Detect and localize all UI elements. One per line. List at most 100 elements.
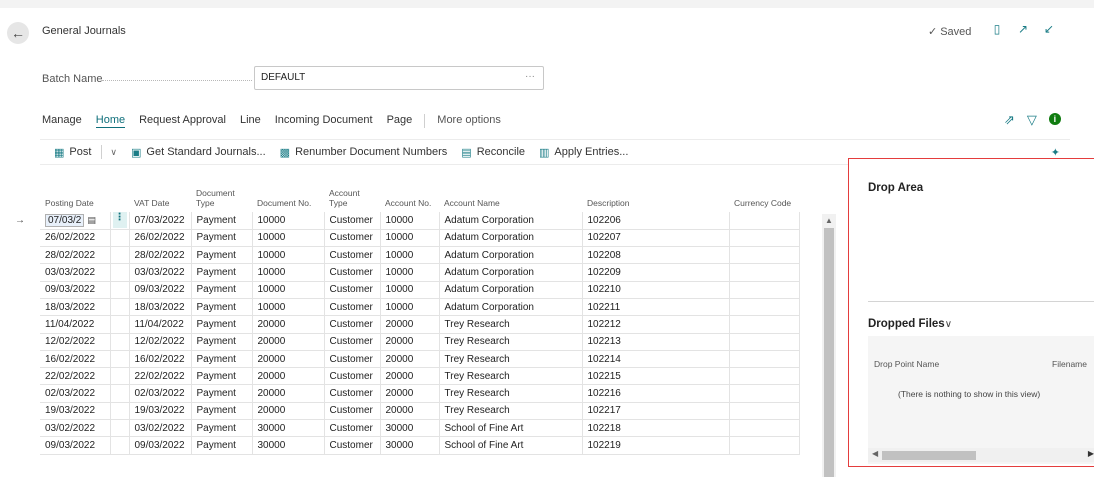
cell-document-type[interactable]: Payment bbox=[191, 350, 253, 369]
scroll-left-icon[interactable]: ◀ bbox=[872, 449, 878, 458]
cell-account-name[interactable]: Trey Research bbox=[439, 333, 583, 351]
table-row[interactable]: 03/03/2022 03/03/2022 Payment 10000 Customer… bbox=[0, 263, 800, 282]
cell-description[interactable]: 102210 bbox=[582, 281, 730, 299]
cell-account-no[interactable]: 30000 bbox=[380, 419, 440, 438]
cell-account-name[interactable]: Adatum Corporation bbox=[439, 229, 583, 248]
cell-posting-date[interactable]: 28/02/2022 bbox=[40, 246, 111, 265]
table-row[interactable]: → 07/03/2 ▤ ⋮ 07/03/2022 Payment 10000 Customer… bbox=[0, 212, 800, 230]
col-account-name[interactable]: Account Name bbox=[439, 170, 582, 212]
cell-posting-date[interactable]: 03/02/2022 bbox=[40, 419, 111, 438]
cell-account-name[interactable]: Trey Research bbox=[439, 315, 583, 334]
cell-account-no[interactable]: 20000 bbox=[380, 315, 440, 334]
cell-account-name[interactable]: Adatum Corporation bbox=[439, 263, 583, 282]
cell-description[interactable]: 102219 bbox=[582, 436, 730, 455]
cell-document-no[interactable]: 30000 bbox=[252, 419, 325, 438]
cell-account-name[interactable]: Trey Research bbox=[439, 384, 583, 403]
table-row[interactable]: 03/02/2022 03/02/2022 Payment 30000 Customer… bbox=[0, 419, 800, 438]
cell-currency-code[interactable] bbox=[729, 333, 800, 351]
cell-account-type[interactable]: Customer bbox=[324, 436, 381, 455]
row-actions-kebab-icon[interactable]: ⋮ bbox=[110, 212, 130, 230]
col-document-no[interactable]: Document No. bbox=[252, 170, 324, 212]
cell-account-name[interactable]: School of Fine Art bbox=[439, 419, 583, 438]
cell-currency-code[interactable] bbox=[729, 350, 800, 369]
col-vat-date[interactable]: VAT Date bbox=[129, 170, 191, 212]
get-standard-journals-button[interactable]: ▣ Get Standard Journals... bbox=[131, 146, 266, 159]
col-posting-date[interactable]: Posting Date bbox=[40, 170, 129, 212]
vertical-scrollbar[interactable]: ▲ bbox=[822, 214, 836, 477]
filter-icon[interactable]: ▽ bbox=[1027, 112, 1037, 128]
menu-request-approval[interactable]: Request Approval bbox=[139, 114, 226, 128]
table-row[interactable]: 22/02/2022 22/02/2022 Payment 20000 Customer… bbox=[0, 367, 800, 386]
cell-document-type[interactable]: Payment bbox=[191, 281, 253, 299]
cell-vat-date[interactable]: 28/02/2022 bbox=[129, 246, 192, 265]
cell-vat-date[interactable]: 18/03/2022 bbox=[129, 298, 192, 317]
cell-account-name[interactable]: Trey Research bbox=[439, 402, 583, 421]
reconcile-button[interactable]: ▤ Reconcile bbox=[461, 146, 525, 159]
cell-posting-date[interactable]: 19/03/2022 bbox=[40, 402, 111, 421]
cell-currency-code[interactable] bbox=[729, 263, 800, 282]
cell-vat-date[interactable]: 16/02/2022 bbox=[129, 350, 192, 369]
cell-description[interactable]: 102206 bbox=[582, 212, 730, 230]
cell-description[interactable]: 102208 bbox=[582, 246, 730, 265]
cell-vat-date[interactable]: 07/03/2022 bbox=[129, 212, 192, 230]
cell-document-no[interactable]: 20000 bbox=[252, 315, 325, 334]
table-row[interactable]: 09/03/2022 09/03/2022 Payment 30000 Customer… bbox=[0, 436, 800, 455]
collapse-icon[interactable]: ↙ bbox=[1042, 22, 1056, 36]
chevron-down-icon[interactable]: ∨ bbox=[110, 147, 117, 158]
cell-currency-code[interactable] bbox=[729, 246, 800, 265]
cell-document-no[interactable]: 20000 bbox=[252, 367, 325, 386]
cell-account-type[interactable]: Customer bbox=[324, 419, 381, 438]
cell-document-type[interactable]: Payment bbox=[191, 246, 253, 265]
cell-account-type[interactable]: Customer bbox=[324, 212, 381, 230]
cell-vat-date[interactable]: 11/04/2022 bbox=[129, 315, 192, 334]
cell-posting-date[interactable]: 09/03/2022 bbox=[40, 281, 111, 299]
scroll-right-icon[interactable]: ▶ bbox=[1088, 449, 1094, 458]
menu-line[interactable]: Line bbox=[240, 114, 261, 128]
horizontal-scrollbar[interactable]: ◀ ▶ bbox=[868, 448, 1094, 462]
table-row[interactable]: 28/02/2022 28/02/2022 Payment 10000 Customer… bbox=[0, 246, 800, 265]
cell-document-no[interactable]: 10000 bbox=[252, 212, 325, 230]
cell-account-type[interactable]: Customer bbox=[324, 384, 381, 403]
cell-description[interactable]: 102207 bbox=[582, 229, 730, 248]
cell-currency-code[interactable] bbox=[729, 402, 800, 421]
info-icon[interactable]: i bbox=[1048, 113, 1061, 125]
scrollbar-thumb[interactable] bbox=[882, 451, 976, 460]
back-arrow-icon[interactable]: ← bbox=[7, 22, 29, 44]
cell-document-no[interactable]: 10000 bbox=[252, 281, 325, 299]
cell-description[interactable]: 102218 bbox=[582, 419, 730, 438]
cell-currency-code[interactable] bbox=[729, 212, 800, 230]
cell-document-no[interactable]: 20000 bbox=[252, 350, 325, 369]
col-filename[interactable]: Filename bbox=[1052, 359, 1087, 369]
cell-document-no[interactable]: 10000 bbox=[252, 246, 325, 265]
cell-description[interactable]: 102214 bbox=[582, 350, 730, 369]
posting-date-input[interactable]: 07/03/2 bbox=[45, 213, 85, 227]
cell-account-no[interactable]: 10000 bbox=[380, 246, 440, 265]
cell-account-name[interactable]: Adatum Corporation bbox=[439, 298, 583, 317]
cell-account-type[interactable]: Customer bbox=[324, 315, 381, 334]
cell-vat-date[interactable]: 19/03/2022 bbox=[129, 402, 192, 421]
cell-account-type[interactable]: Customer bbox=[324, 229, 381, 248]
table-row[interactable]: 09/03/2022 09/03/2022 Payment 10000 Customer… bbox=[0, 281, 800, 299]
cell-description[interactable]: 102209 bbox=[582, 263, 730, 282]
share-icon[interactable]: ⇗ bbox=[1004, 112, 1015, 128]
cell-posting-date[interactable]: 22/02/2022 bbox=[40, 367, 111, 386]
col-drop-point-name[interactable]: Drop Point Name bbox=[874, 359, 939, 369]
cell-account-no[interactable]: 20000 bbox=[380, 333, 440, 351]
cell-currency-code[interactable] bbox=[729, 419, 800, 438]
cell-account-no[interactable]: 10000 bbox=[380, 229, 440, 248]
cell-account-no[interactable]: 10000 bbox=[380, 263, 440, 282]
col-document-type[interactable]: Document Type bbox=[191, 170, 252, 212]
cell-account-name[interactable]: Adatum Corporation bbox=[439, 246, 583, 265]
cell-document-type[interactable]: Payment bbox=[191, 333, 253, 351]
cell-posting-date[interactable]: 26/02/2022 bbox=[40, 229, 111, 248]
cell-document-no[interactable]: 30000 bbox=[252, 436, 325, 455]
cell-vat-date[interactable]: 09/03/2022 bbox=[129, 436, 192, 455]
menu-home[interactable]: Home bbox=[95, 114, 126, 128]
cell-posting-date[interactable]: 02/03/2022 bbox=[40, 384, 111, 403]
cell-document-type[interactable]: Payment bbox=[191, 212, 253, 230]
cell-vat-date[interactable]: 09/03/2022 bbox=[129, 281, 192, 299]
cell-account-type[interactable]: Customer bbox=[324, 246, 381, 265]
cell-document-type[interactable]: Payment bbox=[191, 367, 253, 386]
cell-document-no[interactable]: 20000 bbox=[252, 333, 325, 351]
cell-posting-date[interactable]: 03/03/2022 bbox=[40, 263, 111, 282]
